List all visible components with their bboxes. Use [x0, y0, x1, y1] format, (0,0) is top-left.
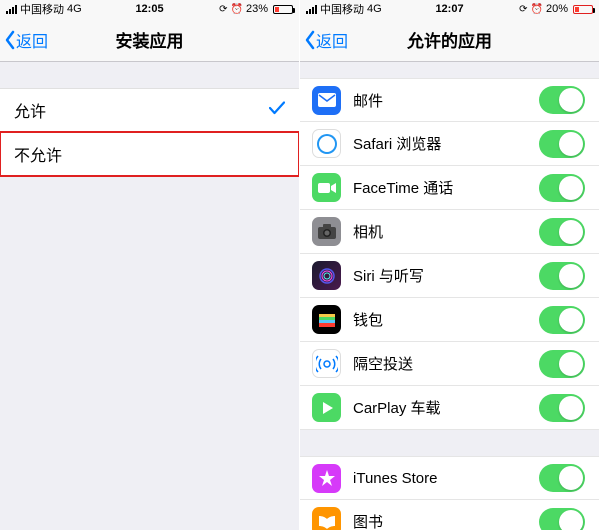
- carrier-label: 中国移动: [320, 1, 364, 17]
- safari-icon: [312, 129, 341, 158]
- camera-icon: [312, 217, 341, 246]
- chevron-left-icon: [304, 30, 316, 50]
- back-label: 返回: [16, 28, 48, 52]
- toggle-facetime[interactable]: [539, 174, 585, 202]
- app-row-facetime: FaceTime 通话: [300, 166, 599, 210]
- carplay-icon: [312, 393, 341, 422]
- nav-bar: 返回 允许的应用: [300, 18, 599, 62]
- app-label: 钱包: [353, 309, 539, 330]
- wallet-icon: [312, 305, 341, 334]
- airdrop-icon: [312, 349, 341, 378]
- option-label: 不允许: [14, 142, 285, 166]
- network-label: 4G: [67, 3, 82, 15]
- toggle-wallet[interactable]: [539, 306, 585, 334]
- check-icon: [269, 101, 285, 120]
- toggle-airdrop[interactable]: [539, 350, 585, 378]
- network-label: 4G: [367, 3, 382, 15]
- rotation-lock-icon: ⟳: [219, 4, 227, 15]
- content-install: 允许 不允许: [0, 62, 299, 530]
- toggle-carplay[interactable]: [539, 394, 585, 422]
- chevron-left-icon: [4, 30, 16, 50]
- siri-icon: [312, 261, 341, 290]
- facetime-icon: [312, 173, 341, 202]
- back-label: 返回: [316, 28, 348, 52]
- toggle-books[interactable]: [539, 508, 585, 530]
- battery-percent: 23%: [246, 3, 268, 15]
- toggle-camera[interactable]: [539, 218, 585, 246]
- option-not-allow[interactable]: 不允许: [0, 132, 299, 176]
- toggle-mail[interactable]: [539, 86, 585, 114]
- alarm-icon: ⏰: [531, 4, 543, 15]
- app-label: CarPlay 车载: [353, 397, 539, 418]
- app-label: 图书: [353, 511, 539, 530]
- app-row-itunes: iTunes Store: [300, 456, 599, 500]
- signal-icon: [6, 5, 17, 14]
- app-row-books: 图书: [300, 500, 599, 530]
- screen-allowed-apps: 中国移动 4G 12:07 ⟳ ⏰ 20% 返回 允许的应用 邮件: [300, 0, 600, 530]
- books-icon: [312, 507, 341, 530]
- screen-install-apps: 中国移动 4G 12:05 ⟳ ⏰ 23% 返回 安装应用 允许 不允许: [0, 0, 300, 530]
- app-row-safari: Safari 浏览器: [300, 122, 599, 166]
- clock: 12:05: [135, 3, 163, 15]
- carrier-label: 中国移动: [20, 1, 64, 17]
- mail-icon: [312, 86, 341, 115]
- clock: 12:07: [435, 3, 463, 15]
- itunes-icon: [312, 464, 341, 493]
- back-button[interactable]: 返回: [0, 28, 48, 52]
- app-row-airdrop: 隔空投送: [300, 342, 599, 386]
- toggle-itunes[interactable]: [539, 464, 585, 492]
- option-allow[interactable]: 允许: [0, 88, 299, 132]
- app-label: iTunes Store: [353, 470, 539, 487]
- app-row-camera: 相机: [300, 210, 599, 254]
- alarm-icon: ⏰: [231, 4, 243, 15]
- option-label: 允许: [14, 98, 269, 122]
- toggle-safari[interactable]: [539, 130, 585, 158]
- battery-icon: [573, 5, 593, 14]
- battery-icon: [273, 5, 293, 14]
- battery-percent: 20%: [546, 3, 568, 15]
- app-label: Siri 与听写: [353, 265, 539, 286]
- status-bar: 中国移动 4G 12:07 ⟳ ⏰ 20%: [300, 0, 599, 18]
- app-row-mail: 邮件: [300, 78, 599, 122]
- back-button[interactable]: 返回: [300, 28, 348, 52]
- status-bar: 中国移动 4G 12:05 ⟳ ⏰ 23%: [0, 0, 299, 18]
- app-row-wallet: 钱包: [300, 298, 599, 342]
- nav-bar: 返回 安装应用: [0, 18, 299, 62]
- rotation-lock-icon: ⟳: [519, 4, 527, 15]
- app-row-carplay: CarPlay 车载: [300, 386, 599, 430]
- app-row-siri: Siri 与听写: [300, 254, 599, 298]
- toggle-siri[interactable]: [539, 262, 585, 290]
- app-label: 相机: [353, 221, 539, 242]
- signal-icon: [306, 5, 317, 14]
- content-allowed[interactable]: 邮件 Safari 浏览器 FaceTime 通话 相机: [300, 62, 599, 530]
- app-label: FaceTime 通话: [353, 177, 539, 198]
- app-label: 邮件: [353, 90, 539, 111]
- app-label: Safari 浏览器: [353, 133, 539, 154]
- app-label: 隔空投送: [353, 353, 539, 374]
